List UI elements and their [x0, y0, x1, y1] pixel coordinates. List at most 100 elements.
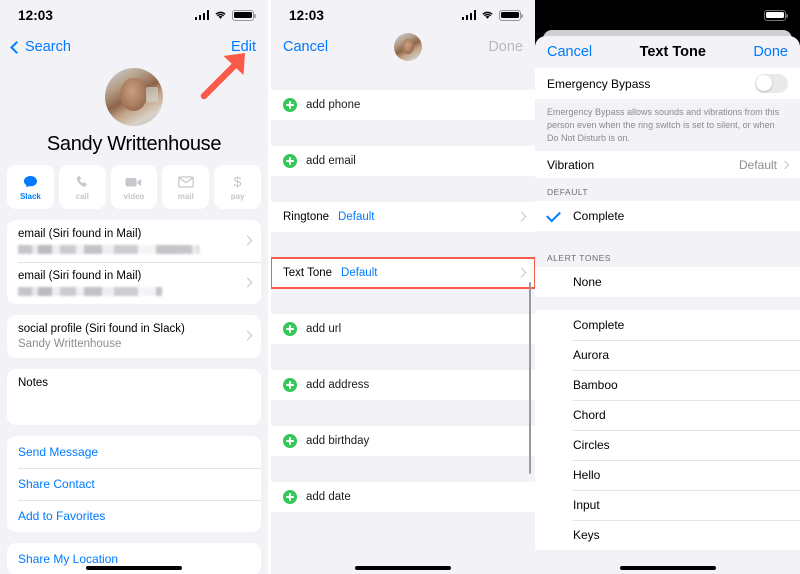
tone-name: Chord [573, 408, 606, 423]
add-to-favorites-button[interactable]: Add to Favorites [7, 500, 261, 532]
row-label: email (Siri found in Mail) [18, 270, 142, 282]
tone-name: None [573, 275, 602, 290]
wifi-icon [481, 10, 494, 20]
status-bar: 12:03 [0, 0, 268, 30]
text-tone-sheet: Cancel Text Tone Done Emergency Bypass E… [535, 36, 800, 574]
notes-label: Notes [18, 377, 49, 389]
scrollbar[interactable] [528, 282, 531, 474]
action-label: video [123, 192, 145, 201]
tone-name: Input [573, 498, 600, 513]
text-tone-value: Default [341, 267, 378, 279]
plus-icon [283, 322, 297, 336]
action-video-button[interactable]: video [110, 165, 158, 209]
notes-field[interactable]: Notes [7, 369, 261, 425]
add-email-row[interactable]: add email [271, 146, 535, 176]
ringtone-label: Ringtone [283, 211, 330, 223]
page-title: Sandy Writtenhouse [46, 133, 222, 155]
share-contact-button[interactable]: Share Contact [7, 468, 261, 500]
tone-row-aurora[interactable]: Aurora [535, 340, 800, 371]
emergency-bypass-row[interactable]: Emergency Bypass [535, 68, 800, 99]
tone-row-circles[interactable]: Circles [535, 430, 800, 461]
phone-icon [75, 173, 89, 190]
tone-row-keys[interactable]: Keys [535, 520, 800, 551]
tone-name: Keys [573, 528, 600, 543]
chevron-right-icon [780, 160, 790, 170]
add-address-row[interactable]: add address [271, 370, 535, 400]
section-gap [535, 231, 800, 245]
action-mail-button[interactable]: mail [162, 165, 210, 209]
redacted-email-value [18, 245, 199, 254]
plus-icon [283, 98, 297, 112]
cellular-signal-icon [194, 10, 209, 20]
row-label: email (Siri found in Mail) [18, 228, 142, 240]
done-button[interactable]: Done [488, 39, 523, 55]
avatar[interactable] [105, 68, 163, 126]
status-bar-icons [194, 9, 256, 21]
dollar-sign-icon: $ [232, 173, 243, 190]
checkmark-icon [546, 207, 561, 223]
list-item[interactable]: email (Siri found in Mail) [7, 220, 261, 262]
sheet-title: Text Tone [639, 44, 706, 60]
action-slack-button[interactable]: Slack [7, 165, 54, 209]
ringtone-value: Default [338, 211, 375, 223]
row-label: add address [306, 379, 370, 391]
cancel-button[interactable]: Cancel [283, 39, 328, 55]
action-pay-button[interactable]: $ pay [214, 165, 261, 209]
row-label: add birthday [306, 435, 370, 447]
plus-icon [283, 434, 297, 448]
tone-row-complete[interactable]: Complete [535, 310, 800, 341]
cancel-button[interactable]: Cancel [547, 44, 592, 60]
vibration-right: Default [739, 158, 790, 172]
avatar[interactable] [394, 33, 423, 61]
wifi-icon [214, 10, 227, 20]
action-label: call [75, 192, 89, 201]
default-section-header: DEFAULT [547, 187, 589, 198]
edit-button[interactable]: Edit [231, 39, 256, 55]
vibration-row[interactable]: Vibration Default [535, 151, 800, 179]
quick-actions-row: Slack call video mail $ pay [0, 156, 268, 209]
tone-row-bamboo[interactable]: Bamboo [535, 370, 800, 401]
back-label: Search [25, 39, 71, 55]
nav-bar: Search Edit [0, 30, 268, 64]
plus-icon [283, 378, 297, 392]
tone-row-chord[interactable]: Chord [535, 400, 800, 431]
tone-row-default-complete[interactable]: Complete [535, 201, 800, 232]
contact-actions-group: Send Message Share Contact Add to Favori… [7, 436, 261, 532]
cellular-signal-icon [461, 10, 476, 20]
panel-text-tone: 12:03 Cancel Text Tone Done Emergency By… [535, 0, 800, 574]
list-item[interactable]: email (Siri found in Mail) [7, 262, 261, 304]
add-url-row[interactable]: add url [271, 314, 535, 344]
panel-edit-contact: 12:03 Cancel Done add phone add email Ri… [271, 0, 535, 574]
send-message-button[interactable]: Send Message [7, 436, 261, 468]
video-camera-icon [125, 173, 142, 190]
back-to-search-button[interactable]: Search [10, 39, 71, 55]
alert-tones-section-header: ALERT TONES [547, 253, 611, 264]
add-birthday-row[interactable]: add birthday [271, 426, 535, 456]
text-tone-row[interactable]: Text Tone Default [271, 257, 535, 289]
tone-name: Hello [573, 468, 601, 483]
row-label: add date [306, 491, 351, 503]
emergency-bypass-toggle[interactable] [755, 74, 788, 93]
emergency-bypass-label: Emergency Bypass [547, 76, 651, 91]
tone-row-none[interactable]: None [535, 267, 800, 298]
sheet-nav-bar: Cancel Text Tone Done [535, 36, 800, 68]
vibration-label: Vibration [547, 157, 595, 172]
battery-icon [499, 9, 523, 21]
done-button[interactable]: Done [753, 44, 788, 60]
row-label: add email [306, 155, 356, 167]
tone-row-hello[interactable]: Hello [535, 460, 800, 491]
action-call-button[interactable]: call [58, 165, 106, 209]
list-item[interactable]: social profile (Siri found in Slack) San… [7, 315, 261, 358]
row-label: add phone [306, 99, 361, 111]
tone-row-input[interactable]: Input [535, 490, 800, 521]
panel-contact-card: 12:03 Search Edit Sandy Writtenhouse Sla… [0, 0, 268, 574]
add-phone-row[interactable]: add phone [271, 90, 535, 120]
svg-text:$: $ [234, 174, 242, 189]
ringtone-row[interactable]: Ringtone Default [271, 202, 535, 232]
add-date-row[interactable]: add date [271, 482, 535, 512]
notes-group[interactable]: Notes [7, 369, 261, 425]
tone-name: Complete [573, 209, 625, 224]
emergency-bypass-description: Emergency Bypass allows sounds and vibra… [547, 107, 780, 143]
